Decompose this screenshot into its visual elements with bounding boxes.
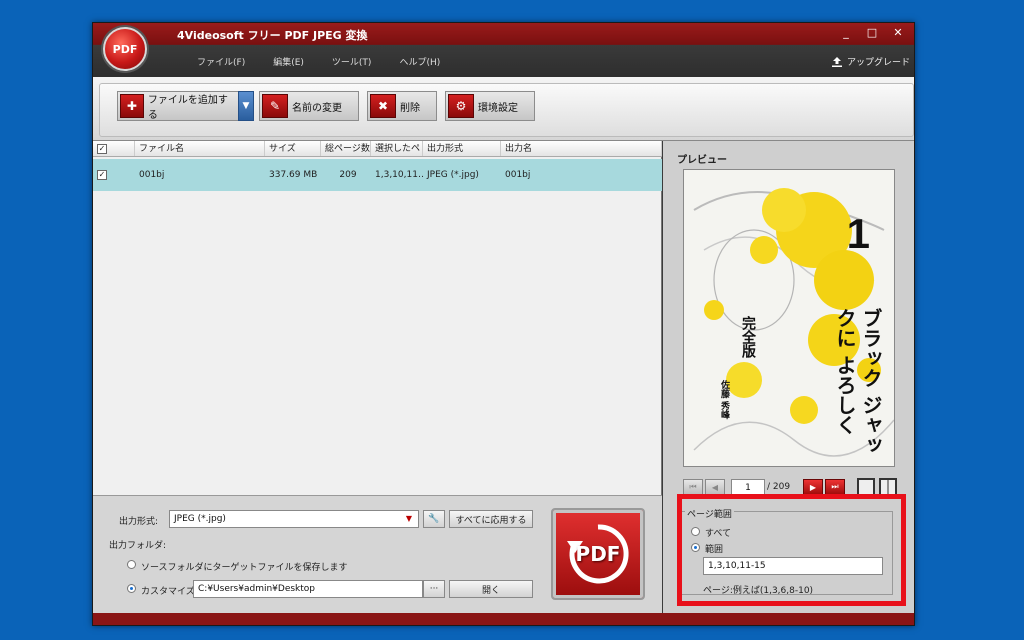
next-page-icon: ▶ [809,482,817,492]
col-pages[interactable]: 総ページ数 [321,141,371,156]
cover-title: ブラック ジャックに よろしく [833,308,883,455]
app-title: 4Videosoft フリー PDF JPEG 変換 [177,29,368,42]
preview-image: 1 ブラック ジャックに よろしく 完全版 佐藤 秀峰 [683,169,895,467]
cell-filename: 001bj [139,170,165,180]
delete-button[interactable]: ✖ 削除 [367,91,437,121]
customize-label: カスタマイズ: [141,587,198,597]
preview-label: プレビュー [677,155,727,166]
output-folder-label: 出力フォルダ: [109,541,167,551]
first-page-icon: ⏮ [689,482,697,491]
single-page-view-icon[interactable] [857,478,875,496]
convert-button[interactable]: PDF [551,508,645,600]
toolbar: ✚ ファイルを追加する ▼ ✎ 名前の変更 ✖ 削除 ⚙ 環境設定 [93,77,914,141]
next-page-button[interactable]: ▶ [803,479,823,495]
apply-all-button[interactable]: すべてに応用する [449,510,533,528]
upgrade-label: アップグレード [846,58,910,68]
page-range-group-label: ページ範囲 [685,507,734,520]
convert-label: PDF [575,542,621,566]
col-size[interactable]: サイズ [265,141,321,156]
delete-label: 削除 [400,102,420,114]
maximize-button[interactable]: □ [863,25,881,41]
table-row[interactable]: ✓ 001bj 337.69 MB 209 1,3,10,11… JPEG (*… [93,159,662,191]
range-custom-radio[interactable] [691,543,700,552]
menu-bar: ファイル(F) 編集(E) ツール(T) ヘルプ(H) [183,55,454,71]
select-all-checkbox[interactable]: ✓ [97,144,107,154]
wrench-icon: 🔧 [428,514,440,524]
range-all-radio[interactable] [691,527,700,536]
browse-button[interactable]: ··· [423,580,445,598]
page-range-panel: ページ範囲 すべて 範囲 1,3,10,11-15 ページ:例えば(1,3,6,… [663,495,914,613]
cover-subtitle: 完全版 [740,316,756,358]
output-format-label: 出力形式: [119,517,159,527]
settings-label: 環境設定 [478,102,518,114]
cover-author: 佐藤 秀峰 [719,380,729,420]
add-files-dropdown[interactable]: ▼ [238,91,254,121]
upload-icon [831,56,842,67]
close-button[interactable]: ✕ [889,25,907,41]
two-page-view-icon[interactable] [879,478,897,496]
title-bar: PDF 4Videosoft フリー PDF JPEG 変換 _ □ ✕ ファイ… [93,23,914,77]
last-page-button[interactable]: ⏭ [825,479,845,495]
source-folder-radio[interactable] [127,560,136,569]
preview-panel: プレビュー 1 ブラック ジャックに よろしく 完全版 佐藤 秀峰 ⏮ ◀ 1 … [663,141,914,496]
last-page-icon: ⏭ [831,482,839,491]
app-window: PDF 4Videosoft フリー PDF JPEG 変換 _ □ ✕ ファイ… [92,22,915,626]
pencil-icon: ✎ [262,94,288,118]
output-settings: 出力形式: JPEG (*.jpg) ▼ 🔧 すべてに応用する 出力フォルダ: … [93,495,662,613]
row-checkbox[interactable]: ✓ [97,170,107,180]
table-header: ✓ ファイル名 サイズ 総ページ数 選択したペ 出力形式 出力名 [93,141,662,157]
row-checkbox-cell: ✓ [93,170,135,180]
app-logo: PDF [103,27,147,71]
open-folder-button[interactable]: 開く [449,580,533,598]
menu-file[interactable]: ファイル(F) [183,55,259,71]
col-selected[interactable]: 選択したペ [371,141,423,156]
output-format-value: JPEG (*.jpg) [174,514,226,524]
add-files-label: ファイルを追加する [147,95,228,121]
cell-selected-pages: 1,3,10,11… [375,170,423,180]
rename-label: 名前の変更 [292,102,342,114]
menu-help[interactable]: ヘルプ(H) [385,55,454,71]
prev-page-button[interactable]: ◀ [705,479,725,495]
page-range-example: ページ:例えば(1,3,6,8-10) [703,586,814,596]
range-all-label: すべて [705,529,732,539]
customize-radio[interactable] [127,584,136,593]
first-page-button[interactable]: ⏮ [683,479,703,495]
rename-button[interactable]: ✎ 名前の変更 [259,91,359,121]
settings-button[interactable]: ⚙ 環境設定 [445,91,535,121]
menu-edit[interactable]: 編集(E) [259,55,318,71]
output-format-select[interactable]: JPEG (*.jpg) ▼ [169,510,419,528]
page-total: / 209 [767,482,791,492]
col-format[interactable]: 出力形式 [423,141,501,156]
cell-pages: 209 [339,170,357,180]
menu-tools[interactable]: ツール(T) [318,55,386,71]
format-settings-button[interactable]: 🔧 [423,510,445,528]
minimize-button[interactable]: _ [837,25,855,41]
page-range-input[interactable]: 1,3,10,11-15 [703,557,883,575]
cover-number: 1 [846,210,870,257]
header-checkbox-cell: ✓ [93,141,135,156]
status-bar [93,613,914,625]
source-folder-label: ソースフォルダにターゲットファイルを保存します [141,563,348,573]
gear-icon: ⚙ [448,94,474,118]
cell-size: 337.69 MB [269,170,318,180]
plus-icon: ✚ [120,94,144,118]
page-number-input[interactable]: 1 [731,479,765,495]
add-files-button[interactable]: ✚ ファイルを追加する [117,91,239,121]
range-custom-label: 範囲 [705,545,724,555]
chevron-down-icon: ▼ [242,101,250,111]
delete-icon: ✖ [370,94,396,118]
file-list: ✓ ファイル名 サイズ 総ページ数 選択したペ 出力形式 出力名 ✓ 001bj… [93,141,662,495]
col-output-name[interactable]: 出力名 [501,141,662,156]
prev-page-icon: ◀ [711,482,719,492]
cell-format: JPEG (*.jpg) [427,170,479,180]
upgrade-button[interactable]: アップグレード [831,55,910,68]
col-filename[interactable]: ファイル名 [135,141,265,156]
chevron-down-icon: ▼ [405,514,412,523]
cell-output-name: 001bj [505,170,531,180]
output-path-input[interactable]: C:¥Users¥admin¥Desktop [193,580,423,598]
